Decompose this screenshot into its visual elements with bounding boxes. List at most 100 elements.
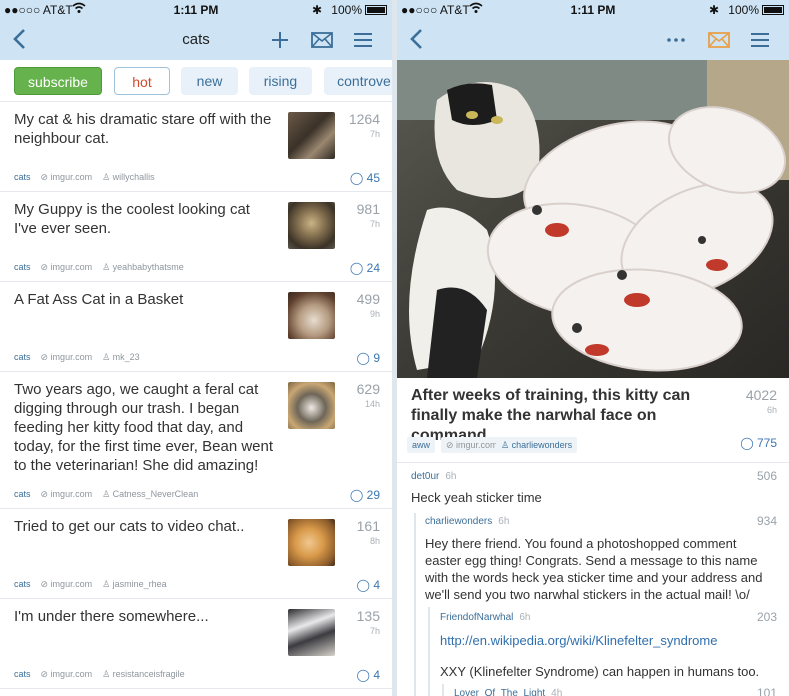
post-subreddit[interactable]: cats bbox=[14, 489, 31, 499]
link-icon: ⊘ bbox=[40, 489, 51, 499]
post-age: 6h bbox=[766, 405, 777, 415]
comments-count[interactable]: ◯ 9 bbox=[357, 351, 380, 365]
comments-number: 775 bbox=[756, 436, 777, 450]
post-author[interactable]: jasmine_rhea bbox=[113, 579, 167, 589]
post-subreddit[interactable]: cats bbox=[14, 262, 31, 272]
post-row[interactable]: My Guppy is the coolest looking cat I've… bbox=[0, 192, 392, 282]
author-chip[interactable]: ♙ charliewonders bbox=[496, 437, 578, 453]
comment-author[interactable]: charliewonders 6h bbox=[425, 516, 509, 527]
battery-percent: 100% bbox=[331, 3, 362, 17]
post-row[interactable]: My cat & his dramatic stare off with the… bbox=[0, 102, 392, 192]
comment-username[interactable]: det0ur bbox=[411, 471, 439, 482]
domain-chip[interactable]: ⊘ imgur.com bbox=[441, 437, 503, 453]
link-icon: ⊘ bbox=[40, 262, 51, 272]
link-icon: ⊘ bbox=[40, 669, 51, 679]
mail-unread-icon[interactable] bbox=[707, 29, 731, 56]
tab-new[interactable]: new bbox=[181, 67, 238, 95]
post-title[interactable]: My Guppy is the coolest looking cat I've… bbox=[14, 200, 276, 238]
post-meta: cats ⊘ imgur.com ♙ resistanceisfragile bbox=[14, 669, 185, 680]
add-icon[interactable] bbox=[269, 29, 291, 56]
post-meta: cats ⊘ imgur.com ♙ jasmine_rhea bbox=[14, 579, 167, 590]
post-row[interactable]: I'm under there somewhere... 135 7h cats… bbox=[0, 599, 392, 689]
subreddit-listing-screen: ●●○○○ AT&T 1:11 PM ✱ 100% cats subscribe… bbox=[0, 0, 392, 696]
post-image[interactable] bbox=[397, 60, 789, 378]
comment-author[interactable]: FriendofNarwhal 6h bbox=[440, 612, 531, 623]
thread-line bbox=[428, 607, 430, 696]
post-author[interactable]: willychallis bbox=[113, 172, 155, 182]
post-age: 8h bbox=[369, 536, 380, 546]
post-score: 499 bbox=[356, 291, 380, 307]
comment-author[interactable]: Lover_Of_The_Light 4h bbox=[454, 688, 562, 696]
comments-count[interactable]: ◯ 775 bbox=[740, 436, 777, 450]
post-thumbnail[interactable] bbox=[288, 382, 335, 429]
more-options-icon[interactable] bbox=[665, 29, 687, 56]
post-score: 981 bbox=[356, 201, 380, 217]
comment-author[interactable]: det0ur 6h bbox=[411, 471, 456, 482]
subscribe-button[interactable]: subscribe bbox=[14, 67, 102, 95]
back-chevron-icon[interactable] bbox=[409, 28, 423, 55]
comments-count[interactable]: ◯ 4 bbox=[357, 668, 380, 682]
post-author[interactable]: Catness_NeverClean bbox=[113, 489, 199, 499]
post-title[interactable]: Two years ago, we caught a feral cat dig… bbox=[14, 380, 276, 475]
cat-with-narwhal-stickers-photo bbox=[397, 60, 789, 378]
post-title[interactable]: Tried to get our cats to video chat.. bbox=[14, 517, 276, 536]
subreddit-chip[interactable]: aww bbox=[407, 437, 436, 453]
comment-bubble-icon: ◯ bbox=[349, 261, 367, 275]
post-thumbnail[interactable] bbox=[288, 292, 335, 339]
user-icon: ♙ bbox=[102, 579, 113, 589]
user-icon: ♙ bbox=[501, 440, 512, 450]
post-subreddit[interactable]: cats bbox=[14, 579, 31, 589]
tab-rising[interactable]: rising bbox=[249, 67, 312, 95]
post-age: 7h bbox=[369, 129, 380, 139]
comment-body: XXY (Klinefelter Syndrome) can happen in… bbox=[440, 664, 760, 679]
thread-line bbox=[414, 513, 416, 696]
comment-username[interactable]: FriendofNarwhal bbox=[440, 612, 513, 623]
link-icon: ⊘ bbox=[40, 172, 51, 182]
post-author[interactable]: yeahbabythatsme bbox=[113, 262, 184, 272]
post-title[interactable]: I'm under there somewhere... bbox=[14, 607, 276, 626]
comments-count[interactable]: ◯ 4 bbox=[357, 578, 380, 592]
post-domain: imgur.com bbox=[50, 172, 93, 182]
post-thumbnail[interactable] bbox=[288, 202, 335, 249]
comments-count[interactable]: ◯ 24 bbox=[350, 261, 380, 275]
post-author: charliewonders bbox=[511, 440, 573, 450]
post-title[interactable]: My cat & his dramatic stare off with the… bbox=[14, 110, 276, 148]
link-icon: ⊘ bbox=[446, 440, 457, 450]
post-domain: imgur.com bbox=[50, 669, 93, 679]
post-score: 1264 bbox=[348, 111, 380, 127]
post-row[interactable]: A Fat Ass Cat in a Basket 499 9h cats ⊘ i… bbox=[0, 282, 392, 372]
mail-icon[interactable] bbox=[310, 29, 334, 56]
post-subreddit[interactable]: cats bbox=[14, 669, 31, 679]
status-bar: ●●○○○ AT&T 1:11 PM ✱ 100% bbox=[0, 0, 392, 20]
post-author[interactable]: mk_23 bbox=[113, 352, 140, 362]
post-row[interactable]: Tried to get our cats to video chat.. 16… bbox=[0, 509, 392, 599]
post-thumbnail[interactable] bbox=[288, 609, 335, 656]
post-meta: cats ⊘ imgur.com ♙ mk_23 bbox=[14, 352, 140, 363]
battery-icon bbox=[762, 5, 784, 15]
post-thumbnail[interactable] bbox=[288, 112, 335, 159]
post-author[interactable]: resistanceisfragile bbox=[113, 669, 185, 679]
menu-icon[interactable] bbox=[749, 29, 771, 56]
comment-score: 203 bbox=[756, 610, 777, 624]
comment-username[interactable]: Lover_Of_The_Light bbox=[454, 688, 545, 696]
wikipedia-link[interactable]: http://en.wikipedia.org/wiki/Klinefelter… bbox=[440, 632, 770, 649]
post-domain: imgur.com bbox=[50, 579, 93, 589]
comments-count[interactable]: ◯ 45 bbox=[350, 171, 380, 185]
post-subreddit[interactable]: cats bbox=[14, 352, 31, 362]
user-icon: ♙ bbox=[102, 172, 113, 182]
comment-username[interactable]: charliewonders bbox=[425, 516, 492, 527]
post-meta: cats ⊘ imgur.com ♙ yeahbabythatsme bbox=[14, 262, 184, 273]
comment-score: 506 bbox=[756, 469, 777, 483]
tab-hot[interactable]: hot bbox=[114, 67, 170, 95]
post-domain: imgur.com bbox=[50, 352, 93, 362]
post-title[interactable]: A Fat Ass Cat in a Basket bbox=[14, 290, 276, 309]
comments-number: 24 bbox=[366, 261, 380, 275]
menu-icon[interactable] bbox=[352, 29, 374, 56]
comments-count[interactable]: ◯ 29 bbox=[350, 488, 380, 502]
comment-score: 934 bbox=[756, 514, 777, 528]
tab-controversial[interactable]: controve bbox=[324, 67, 392, 95]
post-subreddit[interactable]: cats bbox=[14, 172, 31, 182]
post-age: 7h bbox=[369, 626, 380, 636]
post-thumbnail[interactable] bbox=[288, 519, 335, 566]
post-row[interactable]: Two years ago, we caught a feral cat dig… bbox=[0, 372, 392, 509]
